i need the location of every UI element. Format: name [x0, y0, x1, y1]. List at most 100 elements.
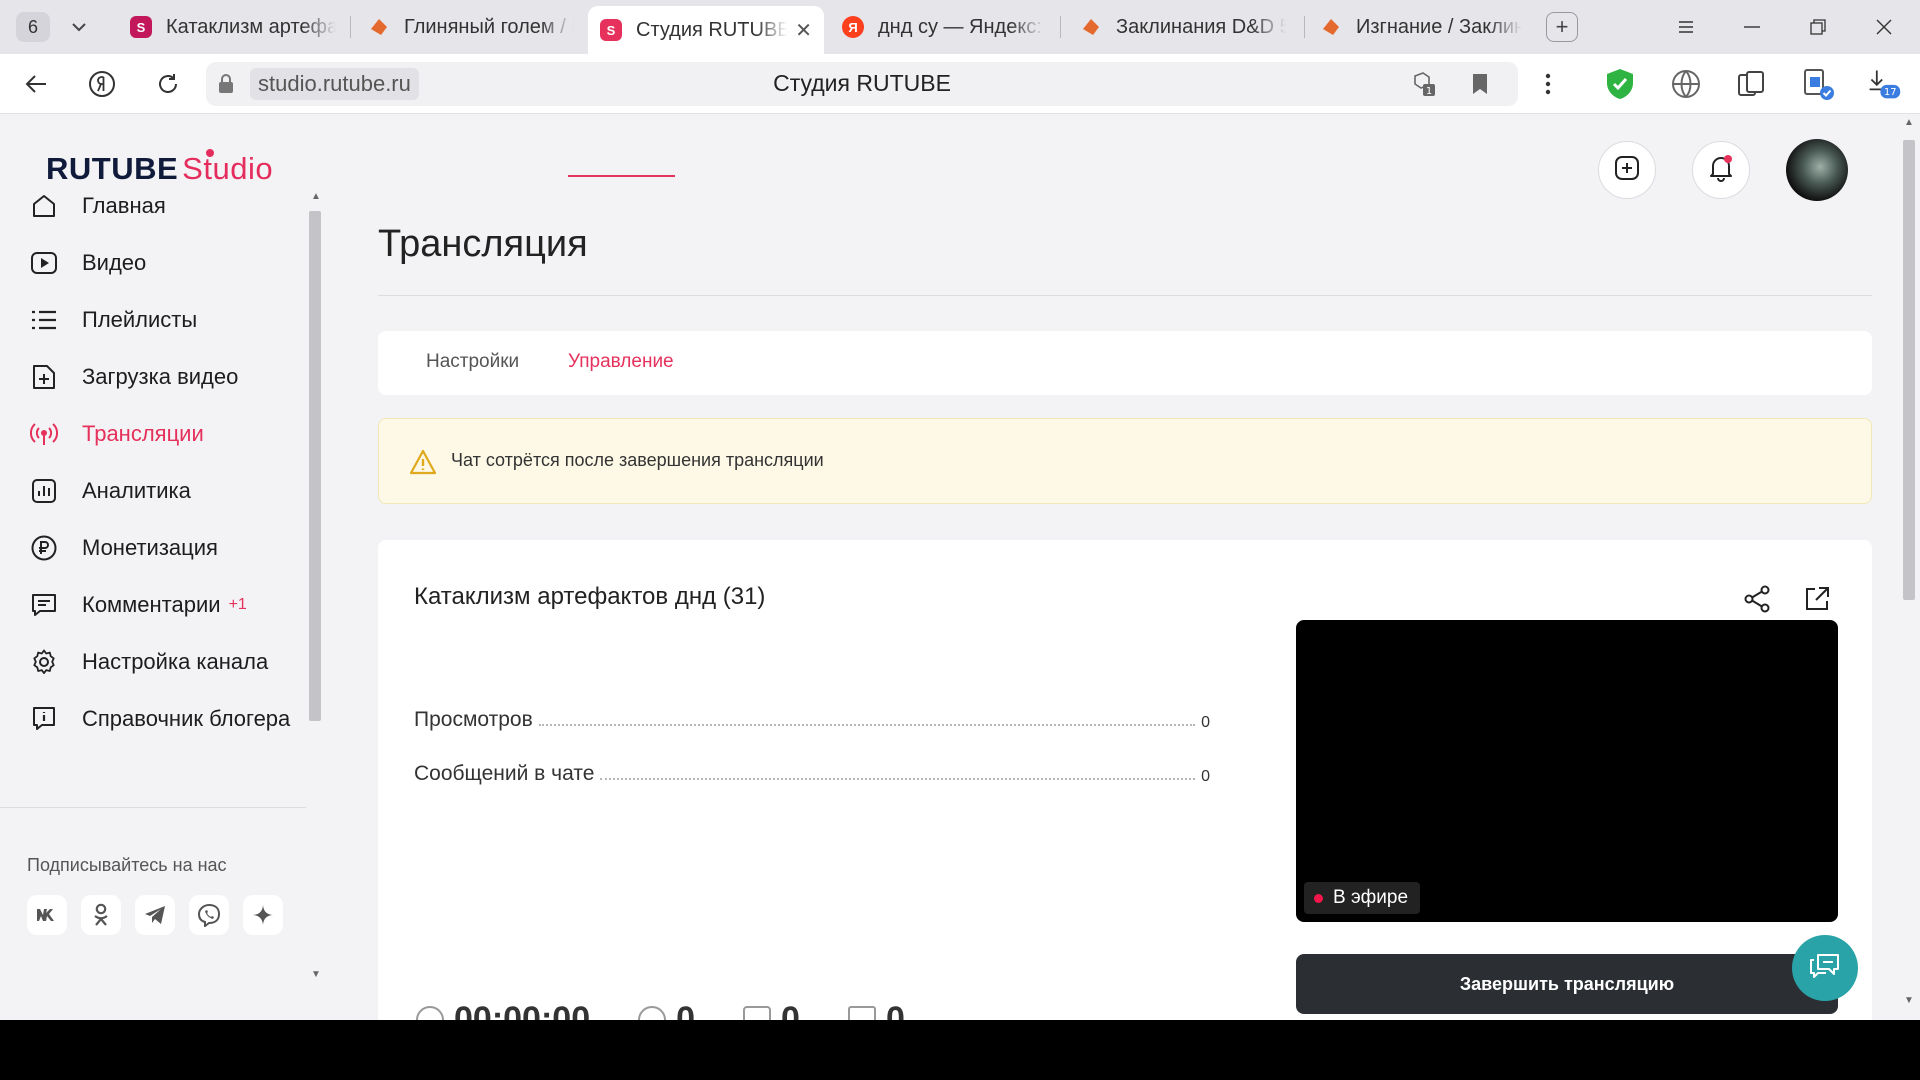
minimize-icon[interactable]	[1732, 10, 1772, 44]
sidebar-item-video[interactable]: Видео	[0, 240, 300, 286]
browser-tab[interactable]: S Катаклизм артефактов днд	[118, 6, 348, 48]
url-text[interactable]: studio.rutube.ru	[250, 68, 419, 100]
tab-count-button[interactable]: 6	[16, 12, 50, 42]
sidebar-item-broadcasts[interactable]: Трансляции	[0, 411, 300, 457]
sidebar-item-comments[interactable]: Комментарии +1	[0, 582, 300, 628]
like-icon	[743, 1005, 772, 1020]
tab-strip: 6 S Катаклизм артефактов днд Глиняный го…	[0, 0, 1920, 54]
tab-manager-icon[interactable]: 1	[1410, 70, 1438, 98]
dzen-icon[interactable]	[243, 895, 283, 935]
sidebar-item-playlists[interactable]: Плейлисты	[0, 297, 300, 343]
video-icon	[30, 249, 58, 277]
tab-favicon-icon	[1080, 16, 1102, 38]
tab-favicon-icon: Я	[842, 16, 864, 38]
sidebar-item-label: Комментарии	[82, 592, 221, 617]
warning-text: Чат сотрётся после завершения трансляции	[451, 450, 824, 470]
browser-tab[interactable]: Изгнание / Заклинания	[1308, 6, 1534, 48]
upload-icon	[30, 363, 58, 391]
live-label: В эфире	[1333, 887, 1409, 908]
open-external-icon[interactable]	[1802, 584, 1832, 614]
eye-icon	[638, 1005, 667, 1020]
tab-title: Заклинания D&D 5	[1116, 15, 1286, 38]
live-badge: В эфире	[1304, 882, 1421, 914]
sidebar-item-label: Трансляции	[82, 421, 204, 446]
close-window-icon[interactable]	[1864, 10, 1904, 44]
sidebar-item-label: Главная	[82, 193, 166, 218]
collections-icon[interactable]	[1734, 66, 1770, 102]
sidebar-scroll-thumb[interactable]	[309, 211, 321, 721]
sidebar-item-channel-settings[interactable]: Настройка канала	[0, 639, 300, 685]
sidebar-item-monetization[interactable]: Монетизация	[0, 525, 300, 571]
browser-tab[interactable]: Я днд су — Яндекс: нашлось	[830, 6, 1056, 48]
stat-value: 0	[1201, 714, 1210, 731]
warning-icon	[409, 449, 437, 475]
vk-icon[interactable]	[27, 895, 67, 935]
reload-icon[interactable]	[150, 66, 186, 102]
tab-settings[interactable]: Настройки	[426, 351, 519, 373]
support-chat-button[interactable]	[1792, 935, 1858, 1001]
tab-title: Глиняный голем / D&D	[404, 15, 574, 38]
address-bar[interactable]: studio.rutube.ru Студия RUTUBE 1	[206, 62, 1518, 106]
shield-icon[interactable]	[1602, 66, 1638, 102]
tab-favicon-icon: S	[130, 16, 152, 38]
sidebar-item-label: Видео	[82, 250, 147, 275]
sidebar-item-label: Загрузка видео	[82, 364, 239, 389]
svg-text:17: 17	[1884, 87, 1897, 98]
sidebar-item-label: Аналитика	[82, 478, 191, 503]
browser-tab[interactable]: Заклинания D&D 5	[1068, 6, 1298, 48]
comments-badge: +1	[228, 596, 247, 613]
tab-management[interactable]: Управление	[568, 351, 674, 373]
svg-text:1: 1	[1426, 86, 1432, 97]
stat-label: Просмотров	[414, 708, 533, 731]
notifications-button[interactable]	[1692, 141, 1750, 199]
sidebar-item-blogger-guide[interactable]: Справочник блогера	[0, 696, 300, 742]
stream-card: Катаклизм артефактов днд (31) Просмотров…	[378, 540, 1872, 1020]
sidebar-item-label: Справочник блогера	[82, 706, 291, 731]
browser-menu-icon[interactable]	[1666, 10, 1706, 44]
new-tab-button[interactable]: +	[1546, 12, 1578, 42]
end-broadcast-button[interactable]: Завершить трансляцию	[1296, 954, 1838, 1014]
logo-dot	[206, 149, 214, 157]
sidebar-item-upload[interactable]: Загрузка видео	[0, 354, 300, 400]
page-scroll-thumb[interactable]	[1903, 140, 1915, 600]
metric-likes: 0	[743, 1000, 800, 1020]
bell-icon	[1708, 154, 1734, 187]
create-button[interactable]	[1598, 141, 1656, 199]
avatar[interactable]	[1786, 139, 1848, 201]
video-player[interactable]: В эфире	[1296, 620, 1838, 922]
bookmark-icon[interactable]	[1466, 70, 1494, 98]
yandex-icon[interactable]	[84, 66, 120, 102]
sidebar-scrollbar[interactable]: ▲ ▼	[306, 191, 324, 981]
browser-tab-active[interactable]: S Студия RUTUBE ✕	[588, 6, 824, 54]
rutube-studio-logo[interactable]: RUTUBE Studio	[46, 149, 273, 187]
ok-icon[interactable]	[81, 895, 121, 935]
sidebar-item-home[interactable]: Главная	[0, 183, 300, 229]
metric-viewers: 0	[638, 1000, 695, 1020]
browser-window: 6 S Катаклизм артефактов днд Глиняный го…	[0, 0, 1920, 1020]
downloads-icon[interactable]: 17	[1866, 66, 1902, 102]
page-scrollbar[interactable]: ▲ ▼	[1898, 115, 1920, 1020]
viber-icon[interactable]	[189, 895, 229, 935]
telegram-icon[interactable]	[135, 895, 175, 935]
restore-icon[interactable]	[1798, 10, 1838, 44]
vpn-globe-icon[interactable]	[1668, 66, 1704, 102]
lock-icon	[219, 74, 233, 93]
stream-metrics: 00:00:00 0 0 0	[416, 1000, 905, 1020]
browser-tab[interactable]: Глиняный голем / D&D	[356, 6, 586, 48]
live-dot	[1314, 893, 1323, 903]
sidebar-item-label: Плейлисты	[82, 307, 198, 332]
add-video-icon	[1614, 155, 1640, 186]
studio-page: RUTUBE Studio Главная Видео Плейлисты За…	[0, 115, 1920, 1020]
tab-list-chevron-icon[interactable]	[62, 12, 96, 42]
back-arrow-icon[interactable]	[18, 66, 54, 102]
more-vert-icon[interactable]	[1530, 66, 1566, 102]
tab-title: Катаклизм артефактов днд	[166, 15, 336, 38]
translate-icon[interactable]	[1800, 66, 1836, 102]
metric-duration: 00:00:00	[416, 1000, 590, 1020]
sidebar-item-analytics[interactable]: Аналитика	[0, 468, 300, 514]
tabs-bar: Настройки Управление	[378, 331, 1872, 395]
close-tab-icon[interactable]: ✕	[795, 18, 812, 43]
stat-chat-messages: Сообщений в чате 0	[414, 762, 1210, 786]
chat-icon	[847, 1005, 876, 1020]
share-icon[interactable]	[1742, 584, 1772, 614]
